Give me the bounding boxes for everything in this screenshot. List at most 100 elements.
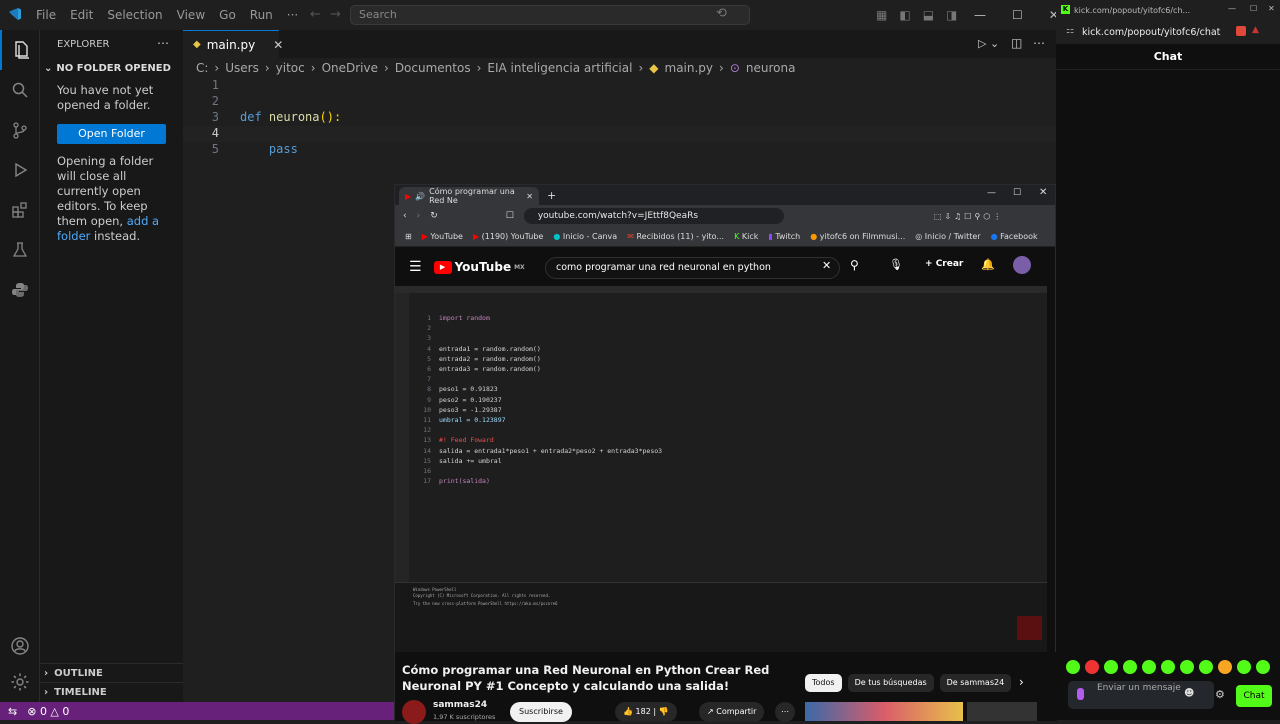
timeline-section-header[interactable]: › TIMELINE [40,682,183,701]
more-actions-icon[interactable]: ⋯ [157,36,169,50]
tab-close-icon[interactable]: ✕ [526,192,533,201]
command-center-search[interactable]: Search [350,5,750,25]
outline-section-header[interactable]: › OUTLINE [40,663,183,682]
copilot-icon[interactable]: ⟲ [716,6,727,21]
subscribe-button[interactable]: Suscribirse [510,702,572,722]
editor-more-icon[interactable]: ⋯ [1033,36,1045,50]
minimize-icon[interactable]: — [987,188,996,198]
bookmark-facebook[interactable]: ● Facebook [991,232,1038,241]
new-tab-icon[interactable]: + [547,189,556,202]
emote-icon[interactable] [1180,660,1194,674]
emote-icon[interactable] [1218,660,1232,674]
menu-selection[interactable]: Selection [107,8,162,22]
close-icon[interactable]: ✕ [1039,187,1047,198]
emote-icon[interactable] [1142,660,1156,674]
python-icon[interactable] [0,270,40,310]
bookmark-filmmusic[interactable]: ● yitofc6 on Filmmusi... [810,232,905,241]
emote-icon[interactable] [1237,660,1251,674]
menu-view[interactable]: View [177,8,205,22]
emote-icon[interactable] [1161,660,1175,674]
bookmark-twitch[interactable]: ▮ Twitch [768,232,800,241]
notifications-icon[interactable]: 🔔 [981,258,995,271]
code-editor[interactable]: 1 2 3 def neurona(): 4 5 pass [183,78,1056,158]
extensions-icons[interactable]: ⬚⇩♫☐⚲⬡⋮ [934,212,1004,221]
menu-more[interactable]: ··· [287,8,298,22]
bookmark-youtube[interactable]: ▶ YouTube [422,232,463,241]
maximize-icon[interactable]: ☐ [1013,188,1021,198]
toggle-panel-icon[interactable]: ⬓ [923,8,934,22]
chip-from-channel[interactable]: De sammas24 [939,674,1012,692]
bookmark-youtube-2[interactable]: ▶ (1190) YouTube [473,232,543,241]
breadcrumb-item[interactable]: EIA inteligencia artificial [487,61,632,75]
no-folder-section-header[interactable]: ⌄ NO FOLDER OPENED [40,58,183,78]
close-icon[interactable]: ✕ [1268,4,1275,13]
customize-layout-icon[interactable]: ▦ [876,8,887,22]
settings-gear-icon[interactable] [0,662,40,702]
microphone-icon[interactable] [1077,688,1084,700]
create-button[interactable]: + Crear [925,259,963,269]
explorer-icon[interactable] [0,30,40,70]
chat-settings-gear-icon[interactable]: ⚙ [1215,688,1225,701]
maximize-icon[interactable]: ☐ [1250,4,1257,13]
open-folder-button[interactable]: Open Folder [57,124,166,144]
emoji-picker-icon[interactable]: ☻ [1184,688,1194,699]
tab-main-py[interactable]: ◆ main.py ✕ [183,30,283,58]
breadcrumb-item[interactable]: yitoc [276,61,305,75]
share-button[interactable]: ↗ Compartir [699,702,765,722]
minimize-icon[interactable]: — [974,8,986,22]
send-chat-button[interactable]: Chat [1236,685,1272,707]
maximize-icon[interactable]: ☐ [1012,8,1023,22]
browser-tab[interactable]: ▶ 🔊 Cómo programar una Red Ne ✕ [399,187,539,205]
search-icon[interactable]: ⚲ [850,258,859,272]
address-bar[interactable]: youtube.com/watch?v=JEttf8QeaRs [523,208,784,224]
menu-go[interactable]: Go [219,8,236,22]
brave-rewards-icon[interactable]: ▲ [1252,25,1259,35]
breadcrumb-item[interactable]: Users [225,61,259,75]
toggle-sidebar-icon[interactable]: ◧ [899,8,910,22]
youtube-search-input[interactable]: como programar una red neuronal en pytho… [545,257,840,279]
like-button[interactable]: 👍 182 | 👎 [615,702,677,722]
menu-run[interactable]: Run [250,8,273,22]
nav-back-icon[interactable]: ← [310,7,321,22]
kick-address-bar[interactable]: ⚏ kick.com/popout/yitofc6/chat ▲ [1056,20,1280,44]
bookmark-canva[interactable]: ● Inicio - Canva [553,232,617,241]
site-info-icon[interactable]: ⚏ [1066,26,1074,36]
problems-indicator[interactable]: ⊗ 0 △ 0 [27,705,69,718]
extensions-icon[interactable] [0,190,40,230]
run-python-file-icon[interactable]: ▷ ⌄ [978,37,999,50]
bookmark-gmail[interactable]: ✉ Recibidos (11) - yito... [627,232,724,241]
chevron-right-icon[interactable]: › [1019,675,1024,689]
more-actions-button[interactable]: ⋯ [775,702,795,722]
bookmark-twitter[interactable]: ◎ Inicio / Twitter [915,232,980,241]
split-editor-icon[interactable]: ◫ [1011,36,1022,50]
clear-search-icon[interactable]: ✕ [822,259,831,272]
menu-file[interactable]: File [36,8,56,22]
chip-from-searches[interactable]: De tus búsquedas [847,674,934,692]
breadcrumb-item[interactable]: C: [196,61,208,75]
source-control-icon[interactable] [0,110,40,150]
breadcrumb-item[interactable]: neurona [746,61,796,75]
back-icon[interactable]: ‹ [403,211,407,221]
recommended-thumbnail[interactable] [967,702,1037,721]
bookmark-kick[interactable]: K Kick [734,232,758,241]
channel-name[interactable]: sammas24 [433,700,487,710]
menu-icon[interactable]: ☰ [409,259,422,275]
microphone-icon[interactable]: 🎙 [889,258,903,271]
breadcrumb-item[interactable]: Documentos [395,61,471,75]
toggle-secondary-sidebar-icon[interactable]: ◨ [946,8,957,22]
emote-icon[interactable] [1104,660,1118,674]
reload-icon[interactable]: ↻ [430,211,438,221]
testing-icon[interactable] [0,230,40,270]
menu-edit[interactable]: Edit [70,8,93,22]
forward-icon[interactable]: › [417,211,421,221]
run-debug-icon[interactable] [0,150,40,190]
emote-icon[interactable] [1123,660,1137,674]
minimize-icon[interactable]: — [1228,4,1236,13]
emote-icon[interactable] [1256,660,1270,674]
channel-avatar[interactable] [402,700,426,724]
bookmark-icon[interactable]: ☐ [506,211,514,221]
chat-message-input[interactable]: Enviar un mensaje ☻ [1068,681,1214,709]
avatar[interactable] [1013,256,1031,274]
nav-forward-icon[interactable]: → [330,7,341,22]
breadcrumb-item[interactable]: OneDrive [322,61,378,75]
